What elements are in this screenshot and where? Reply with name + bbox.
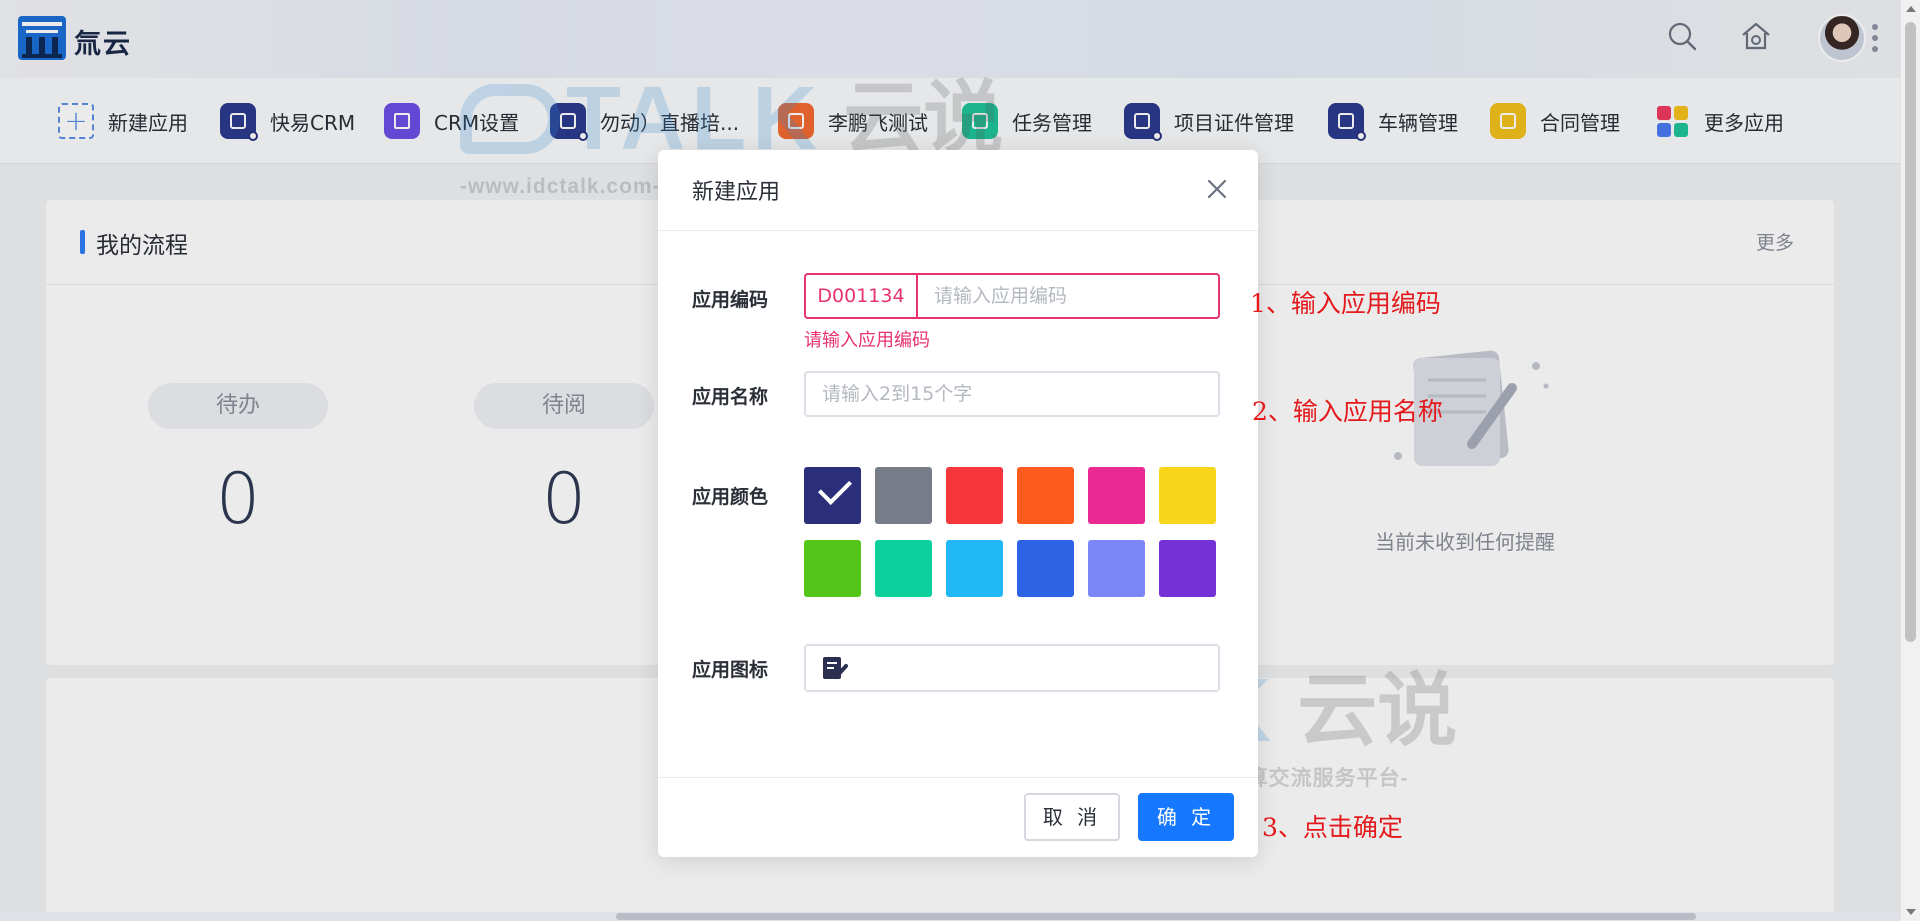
app-color-label: 应用颜色 [692,486,769,508]
annotation-step-2: 2、输入应用名称 [1252,397,1443,426]
confirm-button[interactable]: 确 定 [1138,793,1234,841]
app-icon-picker[interactable] [804,644,1220,692]
app-icon-label: 应用图标 [692,659,769,681]
app-code-label: 应用编码 [692,289,769,311]
scroll-up-icon[interactable] [1906,6,1916,12]
new-app-dialog: 新建应用 应用编码 D001134 请输入应用编码 应用名称 应用颜色 应用图标… [658,150,1258,857]
scroll-down-icon[interactable] [1906,909,1916,915]
close-icon[interactable] [1204,176,1230,202]
dialog-title: 新建应用 [692,180,781,205]
scrollbar-thumb[interactable] [1905,22,1916,642]
edit-document-icon [823,657,848,679]
color-swatch[interactable] [946,540,1003,597]
color-swatch[interactable] [1159,540,1216,597]
annotation-step-1: 1、输入应用编码 [1250,289,1441,318]
app-code-input[interactable] [918,275,1218,317]
cancel-button[interactable]: 取 消 [1024,793,1120,841]
dialog-divider [658,777,1258,778]
hscroll-thumb[interactable] [616,913,1696,920]
app-name-label: 应用名称 [692,386,769,408]
app-code-field: D001134 [804,273,1220,319]
color-swatch[interactable] [946,467,1003,524]
dialog-divider [658,230,1258,231]
color-swatch[interactable] [1159,467,1216,524]
vertical-scrollbar[interactable] [1900,0,1920,921]
color-swatch[interactable] [1088,540,1145,597]
app-name-input[interactable] [804,371,1220,417]
color-swatch[interactable] [875,467,932,524]
app-code-error: 请输入应用编码 [804,330,930,351]
color-swatch[interactable] [1088,467,1145,524]
color-swatch[interactable] [1017,540,1074,597]
horizontal-scrollbar[interactable] [0,912,1900,921]
color-swatch[interactable] [1017,467,1074,524]
annotation-step-3: 3、点击确定 [1262,813,1403,842]
color-swatch[interactable] [804,540,861,597]
color-swatch[interactable] [804,467,861,524]
app-code-prefix: D001134 [806,275,918,317]
color-swatch[interactable] [875,540,932,597]
